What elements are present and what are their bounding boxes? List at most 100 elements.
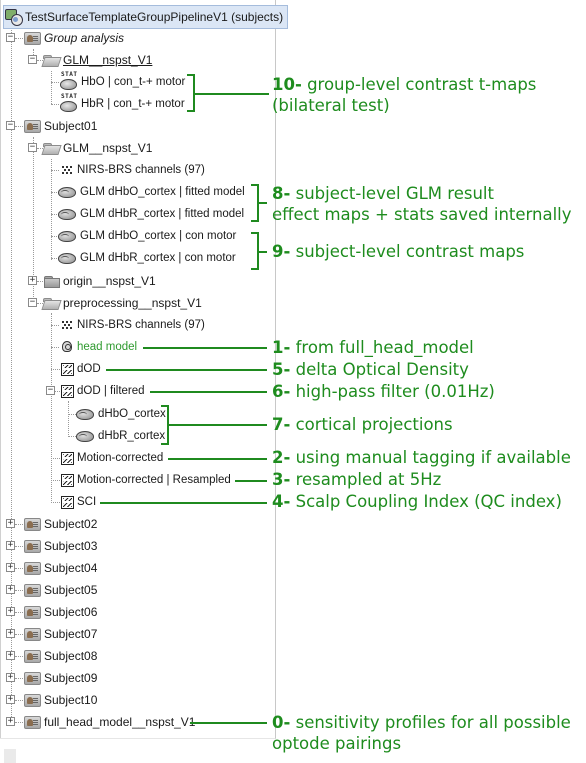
annotation-number: 6-: [272, 382, 291, 401]
tree-node-dhbr-cortex[interactable]: dHbR_cortex: [75, 425, 165, 447]
node-label: Subject06: [44, 605, 98, 619]
annotation-text: delta Optical Density: [295, 360, 469, 379]
tree-node-glm-channels[interactable]: NIRS-BRS channels (97): [60, 159, 205, 181]
tree-node-full-head-model[interactable]: full_head_model__nspst_V1: [24, 711, 195, 733]
annotation-connector: [106, 369, 267, 371]
tree-guide-line: [51, 369, 60, 370]
annotation-3: 3- resampled at 5Hz: [272, 469, 441, 490]
tree-root-label: TestSurfaceTemplateGroupPipelineV1 (subj…: [25, 10, 284, 24]
tree-node-subject[interactable]: Subject08: [24, 645, 97, 667]
tree-node-subject01[interactable]: Subject01: [24, 115, 97, 137]
protocol-icon: [4, 8, 23, 26]
tree-node-group-analysis[interactable]: Group analysis: [24, 27, 124, 49]
tree-node-subject-glm-folder[interactable]: GLM__nspst_V1: [42, 137, 152, 159]
collapse-toggle[interactable]: −: [28, 55, 37, 64]
expand-toggle[interactable]: +: [6, 541, 15, 550]
tree-node-dod[interactable]: dOD: [61, 358, 101, 380]
subject-icon: [24, 649, 41, 663]
node-label: Subject02: [44, 517, 98, 531]
tree-node-dhbo-cortex[interactable]: dHbO_cortex: [75, 403, 166, 425]
node-label: Subject09: [44, 671, 98, 685]
folder-closed-icon: [43, 275, 60, 288]
annotation-text: sensitivity profiles for all possible: [295, 713, 571, 732]
expand-toggle[interactable]: +: [6, 651, 15, 660]
node-label: dOD: [77, 363, 101, 375]
tree-guide-line: [51, 458, 60, 459]
collapse-toggle[interactable]: −: [46, 386, 55, 395]
data-icon: [61, 473, 74, 487]
tree-node-subject[interactable]: Subject06: [24, 601, 97, 623]
tree-node-head-model[interactable]: head model: [60, 336, 137, 358]
tree-node-subject[interactable]: Subject07: [24, 623, 97, 645]
subject-icon: [24, 715, 41, 729]
tree-node-glm-hbo-fitted[interactable]: GLM dHbO_cortex | fitted model: [57, 181, 245, 203]
expand-toggle[interactable]: +: [6, 563, 15, 572]
data-icon: [61, 451, 74, 465]
tree-node-preprocessing-folder[interactable]: preprocessing__nspst_V1: [42, 292, 202, 314]
cortex-icon: [57, 252, 77, 265]
folder-open-icon: [42, 54, 60, 66]
tree-node-stat-hbo[interactable]: STAT HbO | con_t-+ motor: [58, 71, 185, 93]
node-label: dHbR_cortex: [98, 430, 166, 442]
tree-guide-line: [51, 159, 52, 260]
annotation-10: 10- group-level contrast t-maps (bilater…: [272, 74, 536, 116]
annotation-connector: [168, 458, 267, 460]
expand-toggle[interactable]: +: [6, 585, 15, 594]
stat-brain-icon: STAT: [58, 71, 80, 92]
annotation-connector: [195, 93, 269, 95]
cortex-icon: [75, 430, 95, 443]
cortex-icon: [75, 408, 95, 421]
annotation-number: 1-: [272, 338, 291, 357]
resize-grip[interactable]: [4, 749, 16, 763]
annotation-text: group-level contrast t-maps: [307, 75, 537, 94]
subject-icon: [24, 539, 41, 553]
subject-icon: [24, 605, 41, 619]
collapse-toggle[interactable]: −: [28, 143, 37, 152]
tree-node-group-glm-folder[interactable]: GLM__nspst_V1: [42, 49, 152, 71]
tree-node-motion-corrected[interactable]: Motion-corrected: [61, 447, 163, 469]
tree-node-glm-hbr-fitted[interactable]: GLM dHbR_cortex | fitted model: [57, 203, 244, 225]
tree-node-glm-hbr-con[interactable]: GLM dHbR_cortex | con motor: [57, 247, 236, 269]
tree-node-dod-filtered[interactable]: dOD | filtered: [61, 380, 145, 402]
expand-toggle[interactable]: +: [6, 629, 15, 638]
annotation-text: effect maps + stats saved internally: [272, 205, 572, 224]
tree-node-subject[interactable]: Subject10: [24, 689, 97, 711]
annotation-bracket: [187, 110, 195, 112]
tree-node-subject[interactable]: Subject02: [24, 513, 97, 535]
tree-node-sci[interactable]: SCI: [61, 491, 96, 513]
tree-border: [0, 0, 1, 738]
collapse-toggle[interactable]: −: [6, 121, 15, 130]
expand-toggle[interactable]: +: [6, 695, 15, 704]
subject-icon: [24, 671, 41, 685]
expand-toggle[interactable]: +: [6, 607, 15, 616]
expand-toggle[interactable]: +: [6, 717, 15, 726]
annotation-2: 2- using manual tagging if available: [272, 447, 571, 468]
tree-node-subject[interactable]: Subject05: [24, 579, 97, 601]
node-label: SCI: [77, 496, 97, 508]
node-label: Motion-corrected: [77, 452, 164, 464]
tree-node-origin-folder[interactable]: origin__nspst_V1: [43, 270, 156, 292]
tree-node-subject[interactable]: Subject04: [24, 557, 97, 579]
tree-node-subject[interactable]: Subject03: [24, 535, 97, 557]
tree-node-glm-hbo-con[interactable]: GLM dHbO_cortex | con motor: [57, 225, 236, 247]
tree-guide-line: [15, 524, 23, 525]
tree-node-pre-channels[interactable]: NIRS-BRS channels (97): [60, 314, 205, 336]
tree-node-stat-hbr[interactable]: STAT HbR | con_t-+ motor: [58, 93, 185, 115]
tree-guide-line: [15, 722, 23, 723]
annotation-text: using manual tagging if available: [295, 448, 571, 467]
node-label: Subject03: [44, 539, 98, 553]
expand-toggle[interactable]: +: [6, 519, 15, 528]
tree-guide-line: [51, 325, 59, 326]
collapse-toggle[interactable]: −: [6, 33, 15, 42]
tree-guide-line: [15, 634, 23, 635]
expand-toggle[interactable]: +: [28, 276, 37, 285]
annotation-connector: [259, 202, 267, 204]
tree-node-motion-resampled[interactable]: Motion-corrected | Resampled: [61, 469, 231, 491]
node-label: Subject04: [44, 561, 98, 575]
collapse-toggle[interactable]: −: [28, 298, 37, 307]
tree-node-subject[interactable]: Subject09: [24, 667, 97, 689]
tree-guide-line: [51, 71, 52, 104]
expand-toggle[interactable]: +: [6, 673, 15, 682]
tree-root-protocol[interactable]: TestSurfaceTemplateGroupPipelineV1 (subj…: [3, 5, 289, 29]
node-label: GLM__nspst_V1: [63, 141, 153, 155]
